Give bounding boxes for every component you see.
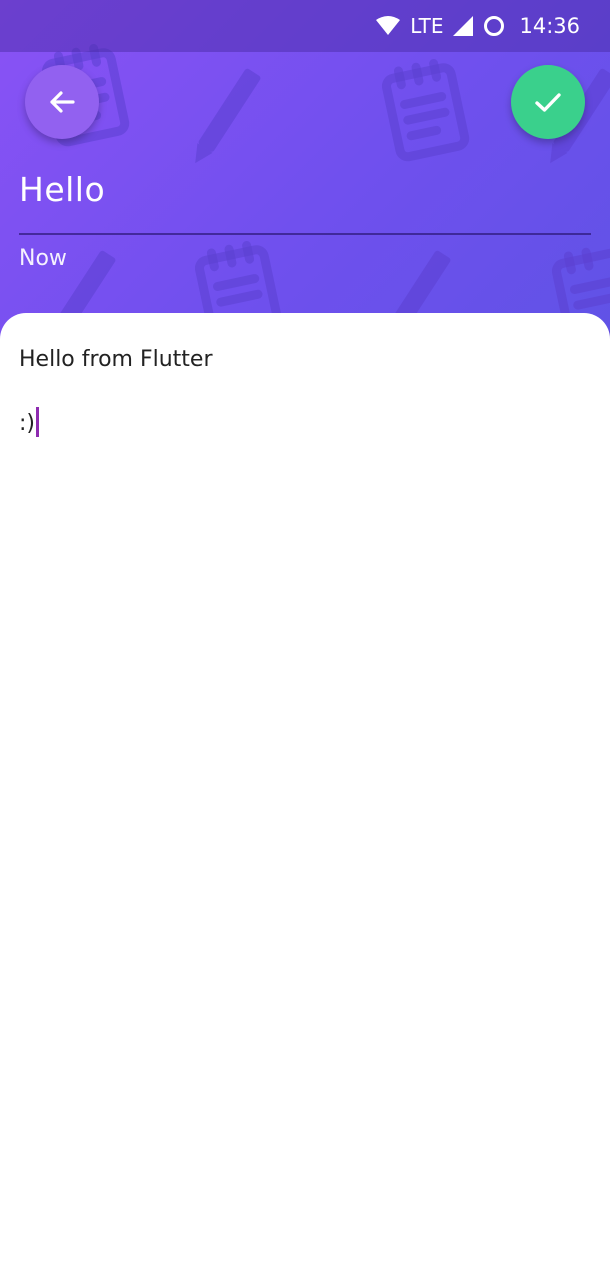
back-button[interactable] — [25, 65, 99, 139]
note-body-input[interactable]: Hello from Flutter :) — [19, 345, 589, 437]
note-body-card: Hello from Flutter :) — [0, 313, 610, 1280]
cell-signal-icon — [453, 16, 474, 36]
body-line-last: :) — [19, 407, 589, 437]
note-date: Now — [19, 246, 67, 271]
note-title-input[interactable]: Hello — [19, 170, 591, 218]
network-type: LTE — [410, 14, 444, 38]
check-icon — [535, 93, 561, 112]
body-line: Hello from Flutter — [19, 347, 213, 372]
clock: 14:36 — [519, 14, 580, 38]
body-line-text: :) — [19, 411, 35, 436]
status-icons: LTE 14:36 — [376, 0, 580, 52]
wifi-icon — [376, 16, 401, 35]
circle-icon — [484, 16, 505, 36]
body-spacer — [19, 375, 589, 407]
title-underline — [19, 233, 591, 235]
status-bar: LTE 14:36 — [0, 0, 610, 52]
save-button[interactable] — [511, 65, 585, 139]
arrow-back-icon — [50, 91, 75, 113]
note-header: LTE 14:36 Hello Now — [0, 0, 610, 340]
text-cursor — [36, 407, 39, 437]
